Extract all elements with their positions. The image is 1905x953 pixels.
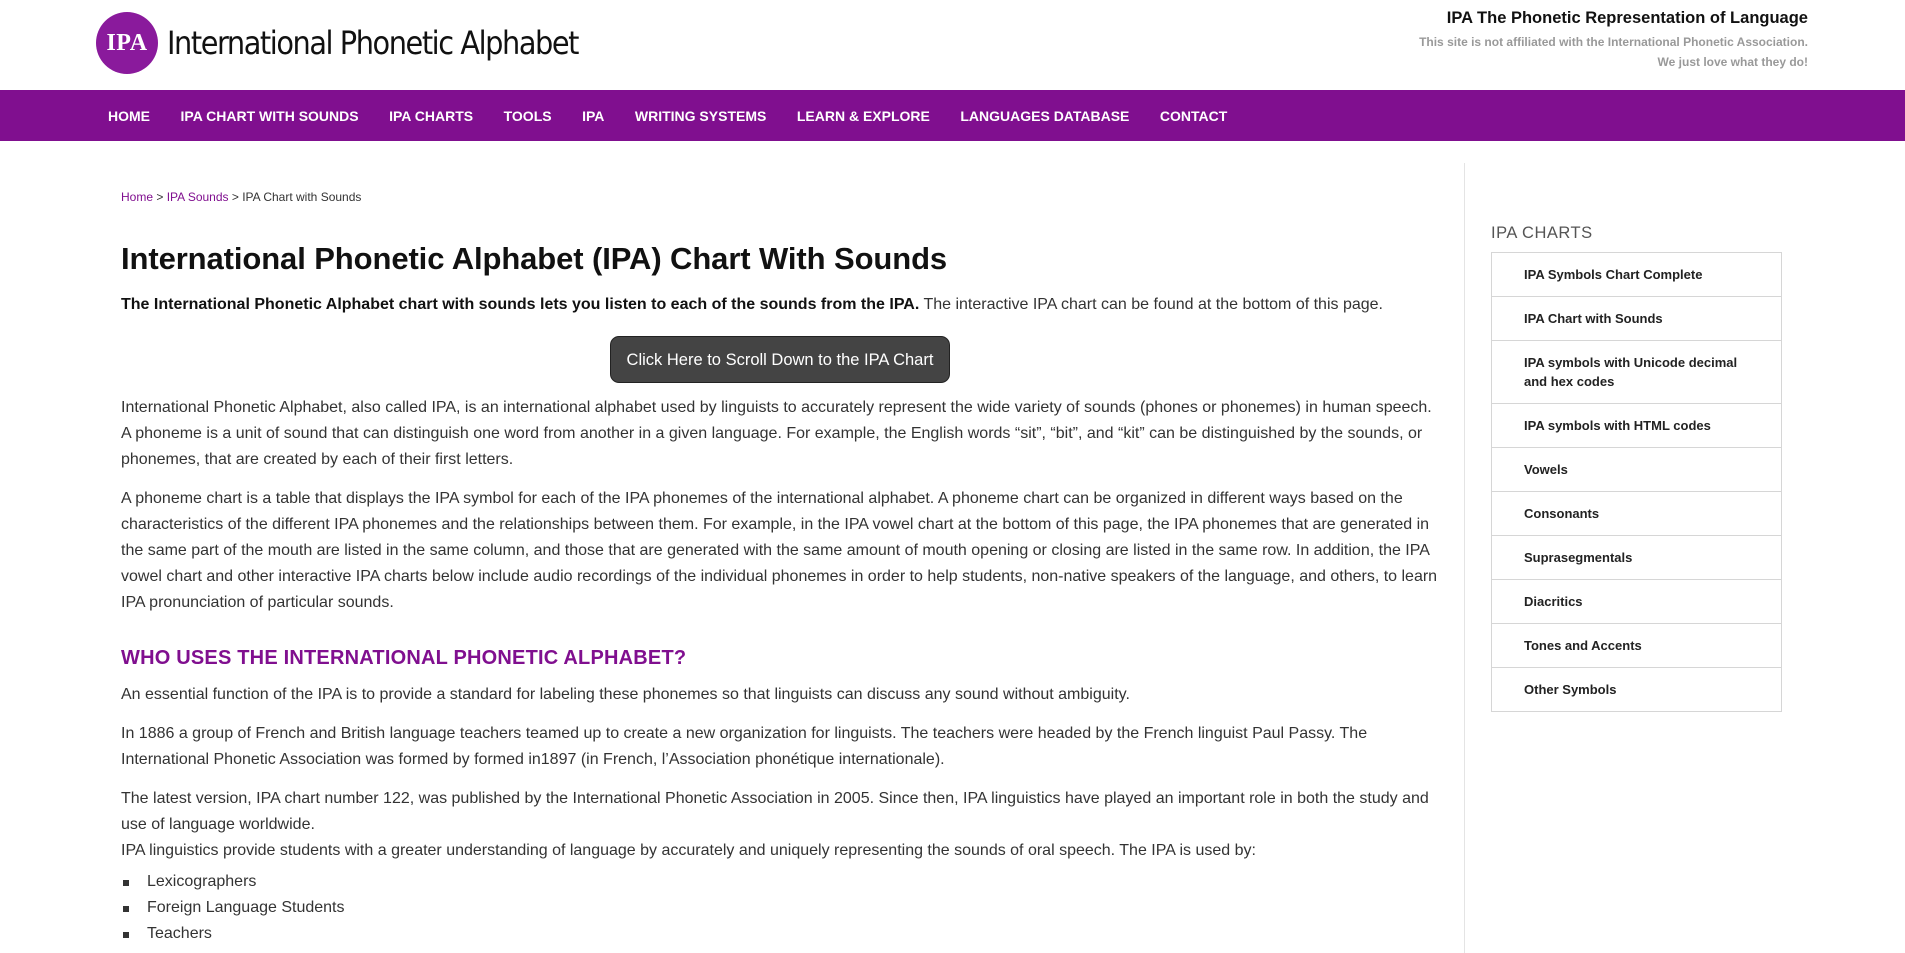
- ipa-users-list: Lexicographers Foreign Language Students…: [121, 869, 1439, 947]
- list-item: Teachers: [123, 921, 1439, 947]
- main-nav: HOME IPA CHART WITH SOUNDS IPA CHARTS TO…: [0, 90, 1905, 141]
- sidebar-item-unicode-codes[interactable]: IPA symbols with Unicode decimal and hex…: [1492, 340, 1781, 403]
- page-title: International Phonetic Alphabet (IPA) Ch…: [121, 241, 948, 276]
- sidebar: IPA CHARTS IPA Symbols Chart Complete IP…: [1491, 224, 1782, 712]
- nav-item-tools[interactable]: TOOLS: [504, 108, 552, 124]
- list-item: Foreign Language Students: [123, 895, 1439, 921]
- breadcrumb: Home > IPA Sounds > IPA Chart with Sound…: [121, 190, 1439, 204]
- site-tagline: IPA The Phonetic Representation of Langu…: [1419, 9, 1808, 72]
- tagline-line-2: We just love what they do!: [1657, 55, 1808, 69]
- sidebar-divider: [1464, 163, 1465, 953]
- site-header: IPA International Phonetic Alphabet IPA …: [0, 0, 1905, 90]
- tagline-title: IPA The Phonetic Representation of Langu…: [1446, 9, 1808, 27]
- list-item: Lexicographers: [123, 869, 1439, 895]
- sidebar-item-ipa-chart-with-sounds[interactable]: IPA Chart with Sounds: [1492, 296, 1781, 340]
- nav-item-ipa[interactable]: IPA: [582, 108, 604, 124]
- sidebar-item-diacritics[interactable]: Diacritics: [1492, 579, 1781, 623]
- sidebar-item-other-symbols[interactable]: Other Symbols: [1492, 667, 1781, 711]
- sidebar-item-html-codes[interactable]: IPA symbols with HTML codes: [1492, 403, 1781, 447]
- nav-item-contact[interactable]: CONTACT: [1160, 108, 1227, 124]
- nav-item-ipa-charts[interactable]: IPA CHARTS: [389, 108, 473, 124]
- section-heading-who-uses: WHO USES THE INTERNATIONAL PHONETIC ALPH…: [121, 647, 687, 669]
- sidebar-item-vowels[interactable]: Vowels: [1492, 447, 1781, 491]
- breadcrumb-ipa-sounds-link[interactable]: IPA Sounds: [167, 190, 229, 204]
- intro-paragraph: The International Phonetic Alphabet char…: [121, 296, 1439, 314]
- paragraph-phoneme-chart: A phoneme chart is a table that displays…: [121, 490, 1438, 611]
- logo-text: International Phonetic Alphabet: [167, 24, 579, 62]
- sidebar-item-consonants[interactable]: Consonants: [1492, 491, 1781, 535]
- scroll-to-chart-button[interactable]: Click Here to Scroll Down to the IPA Cha…: [609, 336, 951, 383]
- breadcrumb-separator: >: [153, 190, 167, 204]
- sidebar-item-tones-and-accents[interactable]: Tones and Accents: [1492, 623, 1781, 667]
- nav-item-languages-database[interactable]: LANGUAGES DATABASE: [960, 108, 1129, 124]
- paragraph-ipa-function: An essential function of the IPA is to p…: [121, 686, 1130, 703]
- main-content: Home > IPA Sounds > IPA Chart with Sound…: [121, 190, 1439, 947]
- intro-text: The interactive IPA chart can be found a…: [919, 296, 1383, 313]
- scroll-button-wrapper: Click Here to Scroll Down to the IPA Cha…: [121, 336, 1439, 383]
- nav-item-home[interactable]: HOME: [108, 108, 150, 124]
- breadcrumb-current: IPA Chart with Sounds: [242, 190, 362, 204]
- tagline-line-1: This site is not affiliated with the Int…: [1419, 35, 1808, 49]
- sidebar-menu: IPA Symbols Chart Complete IPA Chart wit…: [1491, 252, 1782, 712]
- sidebar-item-ipa-symbols-chart-complete[interactable]: IPA Symbols Chart Complete: [1492, 253, 1781, 296]
- logo-badge: IPA: [96, 12, 158, 74]
- tagline-disclaimer: This site is not affiliated with the Int…: [1419, 32, 1808, 72]
- paragraph-ipa-definition: International Phonetic Alphabet, also ca…: [121, 399, 1432, 468]
- breadcrumb-home-link[interactable]: Home: [121, 190, 153, 204]
- sidebar-item-suprasegmentals[interactable]: Suprasegmentals: [1492, 535, 1781, 579]
- breadcrumb-separator: >: [228, 190, 243, 204]
- paragraph-latest-version: The latest version, IPA chart number 122…: [121, 790, 1429, 833]
- intro-bold-text: The International Phonetic Alphabet char…: [121, 296, 920, 313]
- site-logo[interactable]: IPA International Phonetic Alphabet: [96, 12, 624, 74]
- paragraph-ipa-used-by: IPA linguistics provide students with a …: [121, 842, 1256, 859]
- nav-item-writing-systems[interactable]: WRITING SYSTEMS: [635, 108, 766, 124]
- sidebar-title: IPA CHARTS: [1491, 224, 1593, 242]
- nav-item-ipa-chart-with-sounds[interactable]: IPA CHART WITH SOUNDS: [181, 108, 359, 124]
- paragraph-history: In 1886 a group of French and British la…: [121, 725, 1368, 768]
- nav-item-learn-explore[interactable]: LEARN & EXPLORE: [797, 108, 930, 124]
